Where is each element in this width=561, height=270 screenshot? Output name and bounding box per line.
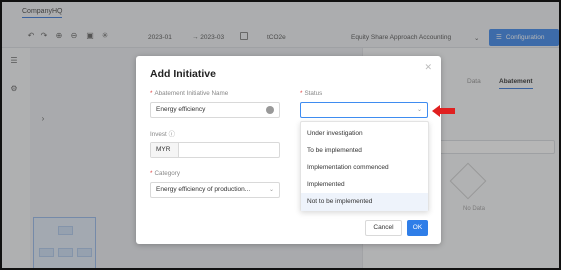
clear-icon[interactable] — [266, 106, 274, 114]
status-option[interactable]: To be implemented — [301, 142, 428, 160]
category-label: * Category — [150, 170, 181, 177]
dialog-title: Add Initiative — [150, 68, 216, 80]
status-select[interactable]: ⌄ — [300, 102, 428, 118]
invest-label: Invest ⓘ — [150, 131, 175, 138]
initiative-name-input[interactable]: Energy efficiency — [150, 102, 280, 118]
initiative-name-value: Energy efficiency — [156, 106, 206, 113]
ok-button[interactable]: OK — [407, 220, 428, 236]
close-icon[interactable]: ✕ — [424, 62, 432, 73]
add-initiative-dialog: Add Initiative ✕ * Abatement Initiative N… — [136, 56, 441, 244]
status-label: * Status — [300, 90, 323, 97]
chevron-down-icon: ⌄ — [416, 107, 422, 113]
chevron-down-icon: ⌄ — [268, 187, 274, 193]
status-dropdown: Under investigation To be implemented Im… — [300, 121, 429, 211]
status-option[interactable]: Implementation commenced — [301, 159, 428, 177]
help-icon[interactable]: ⓘ — [169, 131, 175, 138]
category-value: Energy efficiency of production... — [156, 186, 251, 193]
currency-addon: MYR — [151, 143, 179, 157]
red-arrow-annotation — [432, 105, 455, 117]
name-label: * Abatement Initiative Name — [150, 90, 229, 97]
category-select[interactable]: Energy efficiency of production... ⌄ — [150, 182, 280, 198]
status-option[interactable]: Implemented — [301, 176, 428, 194]
status-option[interactable]: Not to be implemented — [301, 193, 428, 211]
cancel-button[interactable]: Cancel — [365, 220, 402, 236]
invest-input[interactable]: MYR — [150, 142, 280, 158]
status-option[interactable]: Under investigation — [301, 125, 428, 143]
